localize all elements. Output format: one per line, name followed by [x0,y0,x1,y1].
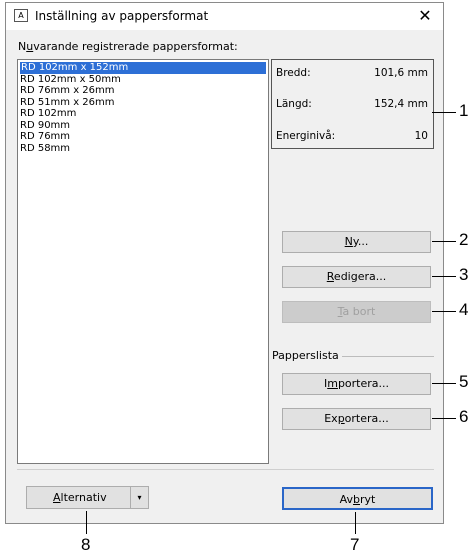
callout-7: 7 [350,535,360,554]
energy-label: Energinivå: [276,130,336,142]
callout-4: 4 [459,300,469,319]
length-row: Längd: 152,4 mm [276,98,428,110]
paper-list-label: Nuvarande registrerade pappersformat: [18,40,238,53]
list-item[interactable]: RD 51mm x 26mm [18,97,268,109]
callout-line-6 [432,418,456,419]
options-split-button[interactable]: Alternativ ▾ [26,486,149,509]
list-item[interactable]: RD 102mm x 50mm [18,74,268,86]
width-label: Bredd: [276,67,311,79]
callout-line-1 [432,112,456,113]
paper-list-group-label: Papperslista [272,349,339,362]
callout-8: 8 [81,535,91,554]
callout-line-3 [432,276,456,277]
list-item[interactable]: RD 102mm [18,108,268,120]
window-title: Inställning av pappersformat [35,9,209,23]
close-icon[interactable]: ✕ [414,5,436,27]
list-item[interactable]: RD 76mm [18,131,268,143]
width-value: 101,6 mm [374,67,428,79]
callout-line-5 [432,383,456,384]
length-value: 152,4 mm [374,98,428,110]
app-icon: A [14,9,28,22]
paper-info-panel: Bredd: 101,6 mm Längd: 152,4 mm Energini… [271,59,434,149]
bottom-separator [17,469,434,470]
title-bar: A Inställning av pappersformat ✕ [6,3,443,30]
delete-button[interactable]: Ta bort [282,301,431,323]
callout-3: 3 [459,265,469,284]
callout-2: 2 [459,230,469,249]
callout-5: 5 [459,372,469,391]
callout-line-8 [86,511,87,534]
list-item[interactable]: RD 58mm [18,143,268,155]
width-row: Bredd: 101,6 mm [276,67,428,79]
paper-format-listbox[interactable]: RD 102mm x 152mm RD 102mm x 50mm RD 76mm… [17,59,269,464]
callout-line-7 [355,512,356,534]
energy-value: 10 [414,130,428,142]
paper-format-dialog: A Inställning av pappersformat ✕ Nuvaran… [5,2,444,524]
length-label: Längd: [276,98,312,110]
callout-line-4 [432,311,456,312]
callout-6: 6 [459,407,469,426]
callout-1: 1 [459,101,469,120]
energy-row: Energinivå: 10 [276,130,428,142]
export-button[interactable]: Exportera... [282,408,431,430]
edit-button[interactable]: Redigera... [282,266,431,288]
list-item[interactable]: RD 102mm x 152mm [20,62,266,74]
chevron-down-icon[interactable]: ▾ [130,487,148,508]
list-item[interactable]: RD 90mm [18,120,268,132]
new-button[interactable]: Ny... [282,231,431,253]
callout-line-2 [432,241,456,242]
cancel-button[interactable]: Avbryt [282,487,433,510]
list-item[interactable]: RD 76mm x 26mm [18,85,268,97]
import-button[interactable]: Importera... [282,373,431,395]
group-divider [342,356,434,357]
